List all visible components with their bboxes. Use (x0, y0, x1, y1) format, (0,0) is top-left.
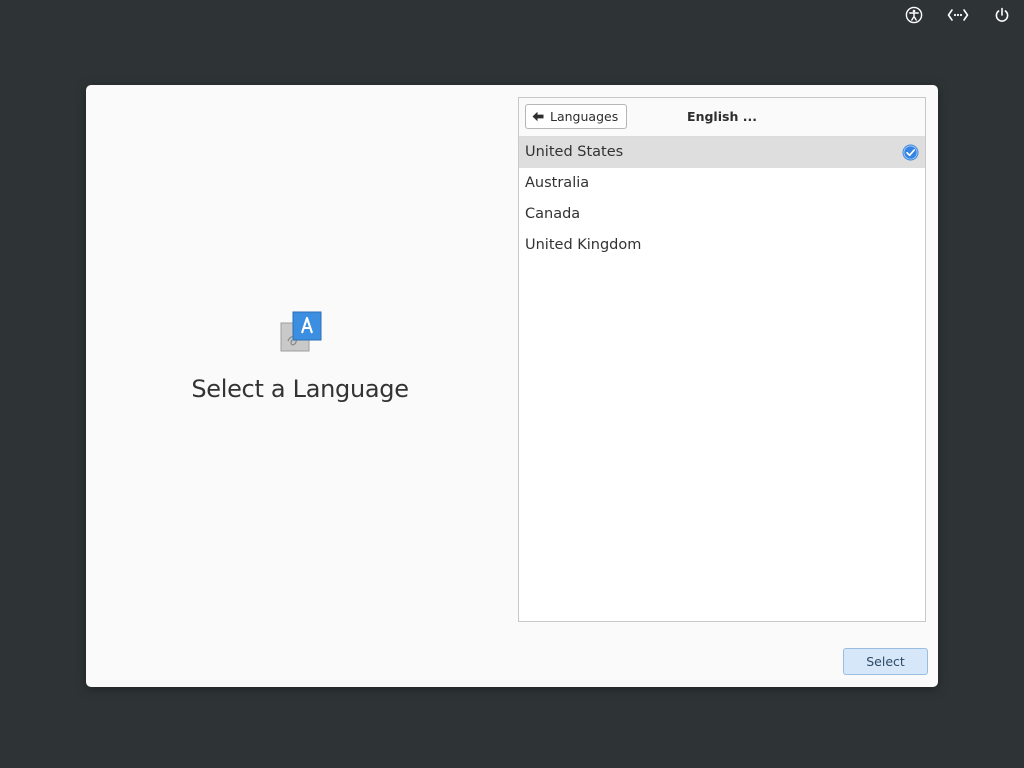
top-indicators (892, 0, 1024, 30)
page-title: Select a Language (191, 375, 409, 403)
region-item-label: Australia (525, 175, 590, 191)
keyboard-layout-icon (947, 9, 969, 21)
region-item-canada[interactable]: Canada (519, 199, 925, 230)
language-icon (280, 311, 322, 352)
back-to-languages-button[interactable]: Languages (525, 104, 628, 129)
region-item-label: United States (525, 144, 624, 160)
region-list: United States Australia Canada United Ki… (519, 137, 925, 261)
list-header: English ... Languages (519, 98, 925, 137)
back-button-label: Languages (550, 109, 619, 124)
checkmark-icon (902, 144, 919, 161)
power-button[interactable] (980, 0, 1024, 30)
region-item-label: Canada (525, 206, 581, 222)
region-list-panel: English ... Languages United States Aust… (518, 97, 926, 622)
select-button[interactable]: Select (843, 648, 928, 675)
accessibility-button[interactable] (892, 0, 936, 30)
left-pane: Select a Language (86, 85, 514, 687)
region-item-united-kingdom[interactable]: United Kingdom (519, 230, 925, 261)
region-item-label: United Kingdom (525, 237, 642, 253)
power-icon (995, 7, 1009, 22)
accessibility-icon (905, 6, 923, 24)
keyboard-layout-button[interactable] (936, 0, 980, 30)
region-item-united-states[interactable]: United States (519, 137, 925, 168)
region-item-australia[interactable]: Australia (519, 168, 925, 199)
arrow-left-icon (532, 111, 544, 122)
language-dialog: Select a Language English ... Languages … (86, 85, 938, 687)
